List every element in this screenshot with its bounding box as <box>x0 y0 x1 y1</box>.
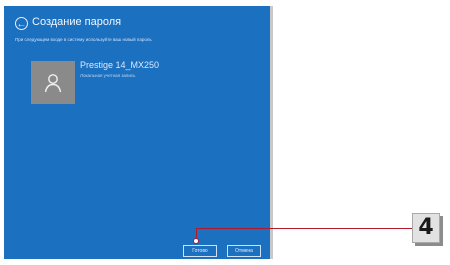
account-name: Prestige 14_MX250 <box>80 60 160 70</box>
user-icon <box>44 74 62 93</box>
page-subtitle: При следующем входе в систему используйт… <box>15 37 152 42</box>
finish-button[interactable]: Готово <box>183 245 217 257</box>
callout-pointer <box>193 238 199 244</box>
panel-edge <box>270 6 273 259</box>
cancel-button[interactable]: Отмена <box>227 245 261 257</box>
page-title: Создание пароля <box>32 16 122 28</box>
account-type: Локальная учетная запись <box>80 73 136 78</box>
create-password-panel: ← Создание пароля При следующем входе в … <box>4 6 270 259</box>
callout-line <box>196 228 412 229</box>
avatar <box>31 61 75 104</box>
back-arrow-icon[interactable]: ← <box>15 17 28 30</box>
step-number-badge: 4 <box>412 213 440 243</box>
